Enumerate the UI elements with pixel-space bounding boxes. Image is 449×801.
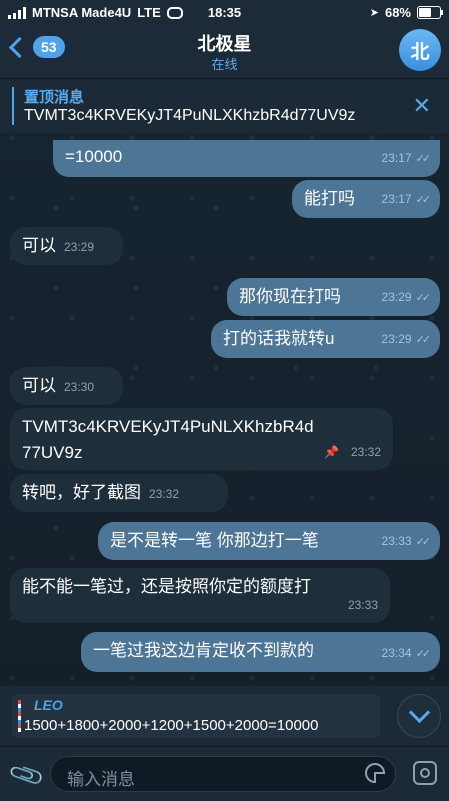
input-placeholder: 输入消息 — [67, 770, 135, 789]
read-ticks-icon: ✓✓ — [415, 153, 432, 165]
location-icon: ➤ — [369, 7, 379, 19]
message-time: 23:33 — [381, 534, 412, 548]
read-ticks-icon: ✓✓ — [415, 648, 432, 660]
message-bubble-in[interactable]: 可以 23:29 — [10, 227, 123, 265]
message-text: 是不是转一笔 你那边打一笔 — [110, 531, 319, 550]
message-text: =10000 — [65, 147, 123, 166]
camera-icon[interactable] — [413, 761, 437, 785]
pin-icon: 📌 — [324, 445, 339, 459]
chat-title[interactable]: 北极星 — [0, 30, 449, 56]
reply-preview-panel: LEO 1500+1800+2000+1200+1500+2000=10000 — [0, 686, 449, 746]
message-text: 能不能一笔过，还是按照你定的额度打 — [22, 577, 311, 596]
message-time: 23:17 — [381, 151, 412, 165]
contact-avatar[interactable]: 北 — [399, 29, 441, 71]
pinned-message-banner[interactable]: 置顶消息 TVMT3c4KRVEKyJT4PuNLXKhzbR4d77UV9z … — [0, 78, 449, 133]
chat-header: 53 北极星 在线 北 — [0, 24, 449, 78]
message-time: 23:32 — [149, 487, 180, 501]
message-text-line: TVMT3c4KRVEKyJT4PuNLXKhzbR4d — [22, 417, 314, 436]
message-text: 能打吗 — [304, 189, 355, 208]
message-text: 打的话我就转u — [223, 329, 335, 348]
message-text: 转吧，好了截图 — [22, 483, 141, 502]
message-text: 一笔过我这边肯定收不到款的 — [93, 641, 314, 660]
message-input-bar: 📎 输入消息 — [0, 746, 449, 801]
message-time: 23:34 — [381, 646, 412, 660]
message-time: 23:29 — [381, 332, 412, 346]
message-bubble-out[interactable]: =10000 23:17 ✓✓ — [53, 140, 440, 177]
message-time: 23:29 — [64, 240, 95, 254]
message-bubble-out[interactable]: 打的话我就转u 23:29 ✓✓ — [211, 320, 440, 358]
read-ticks-icon: ✓✓ — [415, 536, 432, 548]
message-text: 可以 — [22, 236, 56, 255]
message-text: 那你现在打吗 — [239, 287, 341, 306]
message-text: 可以 — [22, 376, 56, 395]
sticker-icon[interactable] — [365, 763, 385, 783]
scroll-to-bottom-button[interactable] — [397, 694, 441, 738]
message-input[interactable]: 输入消息 — [50, 756, 396, 792]
chevron-down-icon — [408, 701, 431, 724]
status-time: 18:35 — [207, 5, 242, 20]
sender-stripe — [18, 700, 21, 732]
message-bubble-in[interactable]: 转吧，好了截图 23:32 — [10, 474, 228, 512]
read-ticks-icon: ✓✓ — [415, 292, 432, 304]
message-time: 23:32 — [350, 445, 381, 459]
message-bubble-out[interactable]: 能打吗 23:17 ✓✓ — [292, 180, 440, 218]
reply-preview[interactable]: LEO 1500+1800+2000+1200+1500+2000=10000 — [12, 694, 380, 738]
paperclip-icon[interactable]: 📎 — [7, 755, 47, 795]
status-bar: MTNSA Made4U LTE 18:35 ➤ 68% — [0, 0, 449, 24]
battery-icon — [417, 6, 443, 19]
message-time: 23:17 — [381, 192, 412, 206]
reply-sender-name: LEO — [34, 697, 63, 713]
close-icon[interactable]: ✕ — [413, 93, 431, 119]
pinned-label: 置顶消息 — [24, 89, 85, 106]
battery-percent: 68% — [384, 5, 411, 20]
message-bubble-in[interactable]: 可以 23:30 — [10, 367, 123, 405]
online-status: 在线 — [211, 57, 238, 72]
read-ticks-icon: ✓✓ — [415, 334, 432, 346]
reply-snippet: 1500+1800+2000+1200+1500+2000=10000 — [24, 717, 319, 734]
message-time: 23:29 — [381, 290, 412, 304]
message-time: 23:33 — [347, 598, 378, 612]
message-time: 23:30 — [64, 380, 95, 394]
message-bubble-out[interactable]: 是不是转一笔 你那边打一笔 23:33 ✓✓ — [98, 522, 440, 560]
message-bubble-out[interactable]: 一笔过我这边肯定收不到款的 23:34 ✓✓ — [81, 632, 440, 672]
read-ticks-icon: ✓✓ — [415, 194, 432, 206]
message-bubble-in[interactable]: TVMT3c4KRVEKyJT4PuNLXKhzbR4d 77UV9z 📌 23:… — [10, 408, 393, 470]
pinned-accent-bar — [12, 87, 14, 125]
message-bubble-out[interactable]: 那你现在打吗 23:29 ✓✓ — [227, 278, 440, 316]
pinned-text: TVMT3c4KRVEKyJT4PuNLXKhzbR4d77UV9z — [24, 107, 356, 124]
message-bubble-in[interactable]: 能不能一笔过，还是按照你定的额度打 23:33 — [10, 568, 390, 623]
battery-fill — [419, 8, 432, 17]
